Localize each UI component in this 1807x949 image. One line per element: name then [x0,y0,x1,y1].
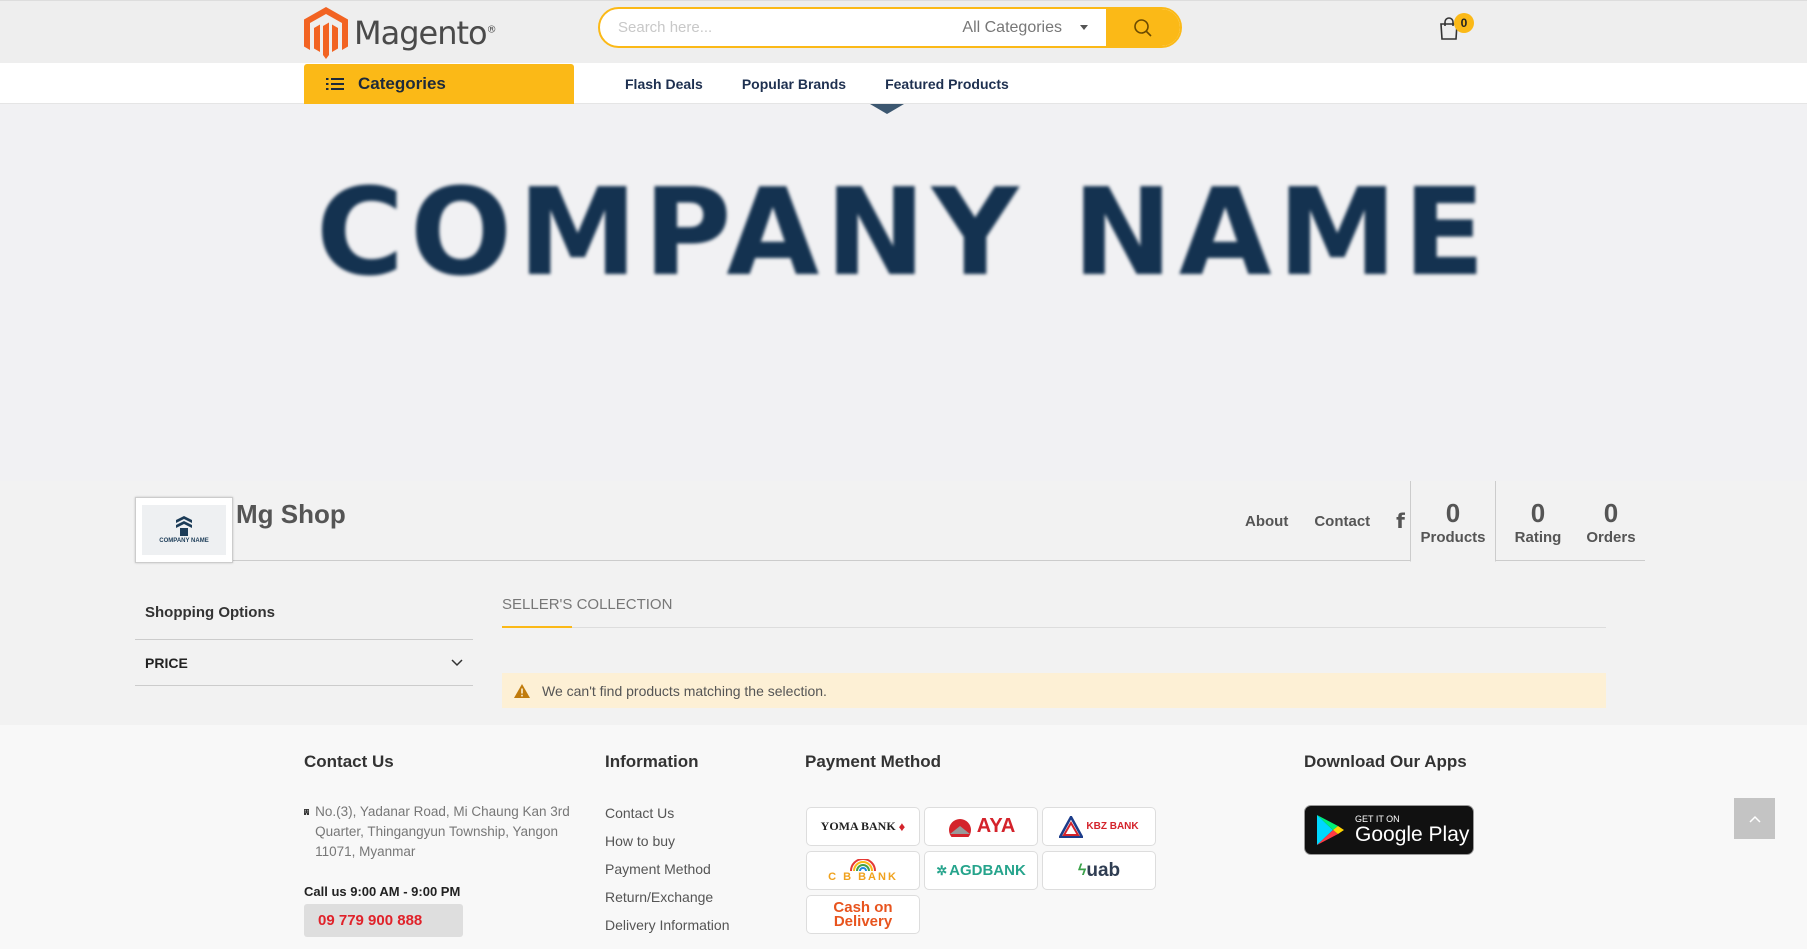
footer-link-delivery-information[interactable]: Delivery Information [605,917,730,945]
payment-cash-on-delivery: Cash on Delivery [806,895,920,934]
nav-link-popular-brands[interactable]: Popular Brands [742,76,846,92]
footer-link-contact-us[interactable]: Contact Us [605,805,730,833]
building-logo-icon [176,516,192,536]
google-play-big: Google Play [1355,823,1470,846]
payment-label: uab [1086,859,1121,881]
payment-cb-bank: C B BANK [806,851,920,890]
stat-value: 0 [1603,498,1619,528]
footer-link-return-exchange[interactable]: Return/Exchange [605,889,730,917]
payment-aya: AYA [924,807,1038,846]
search-bar: All Categories [598,7,1182,48]
search-icon [1134,18,1152,37]
stat-products[interactable]: 0 Products [1410,481,1496,562]
shopping-options-sidebar: Shopping Options PRICE [135,590,473,686]
uab-s-icon: ϟ [1077,861,1087,879]
payment-label: KBZ BANK [1086,821,1139,832]
warning-icon [514,683,530,698]
payment-agd-bank: ✲ AGDBANK [924,851,1038,890]
cb-rainbow-icon [850,858,876,871]
magento-logo-icon [304,7,348,59]
stat-label: Rating [1514,529,1562,546]
payment-yoma-bank: YOMA BANK ♦ [806,807,920,846]
seller-collection: SELLER'S COLLECTION We can't find produc… [502,590,1606,708]
payment-label: Cash on Delivery [833,898,893,930]
stat-rating[interactable]: 0 Rating [1496,481,1580,562]
shop-logo-caption: COMPANY NAME [159,538,209,544]
google-play-text: GET IT ON Google Play [1355,814,1469,846]
footer-payment-title: Payment Method [805,752,942,771]
shop-links: About Contact f [1245,509,1405,533]
search-input[interactable] [600,9,963,46]
stat-value: 0 [1445,498,1461,528]
payment-uab: ϟ uab [1042,851,1156,890]
shop-header: COMPANY NAME Mg Shop About Contact f 0 P… [135,481,1645,563]
empty-notice: We can't find products matching the sele… [502,673,1606,708]
phone-number[interactable]: 09 779 900 888 [304,904,463,937]
agd-tree-icon: ✲ [936,862,948,878]
call-hours: Call us 9:00 AM - 9:00 PM [304,884,461,899]
caret-down-icon [1080,25,1088,30]
kbz-triangle-icon [1059,815,1084,838]
payment-label: C B BANK [828,870,898,883]
stat-value: 0 [1530,498,1546,528]
tab-sellers-collection[interactable]: SELLER'S COLLECTION [502,596,672,613]
footer-address: No.(3), Yadanar Road, Mi Chaung Kan 3rd … [304,802,572,862]
collection-tabs: SELLER'S COLLECTION [502,590,1606,628]
filter-label: PRICE [145,654,188,671]
shop-link-about[interactable]: About [1245,513,1288,530]
cart-count-badge: 0 [1454,13,1474,33]
logo-text: Magento® [354,14,497,52]
nav-link-featured-products[interactable]: Featured Products [885,76,1009,92]
notice-text: We can't find products matching the sele… [542,682,827,699]
footer-link-how-to-buy[interactable]: How to buy [605,833,730,861]
shop-banner: COMPANY NAME [0,104,1807,481]
chevron-down-icon [451,658,463,666]
stat-label: Products [1420,529,1486,546]
footer-apps-title: Download Our Apps [1304,752,1467,771]
banner-logo-tip [870,104,904,114]
main-nav: Categories Flash Deals Popular Brands Fe… [0,63,1807,104]
footer-contact-title: Contact Us [304,752,394,771]
payment-label: AYA [976,815,1016,837]
category-select[interactable]: All Categories [962,19,1106,37]
top-header: Magento® All Categories 0 [0,0,1807,63]
footer-link-payment-method[interactable]: Payment Method [605,861,730,889]
address-text: No.(3), Yadanar Road, Mi Chaung Kan 3rd … [315,804,570,859]
footer-info-title: Information [605,752,699,771]
shop-link-contact[interactable]: Contact [1314,513,1370,530]
payment-label: AGDBANK [949,862,1026,879]
google-play-badge[interactable]: GET IT ON Google Play [1304,805,1474,855]
back-to-top-button[interactable] [1734,798,1775,839]
footer-info-links: Contact Us How to buy Payment Method Ret… [605,805,730,945]
aya-mountain-icon [948,818,971,837]
nav-link-flash-deals[interactable]: Flash Deals [625,76,703,92]
payment-label: YOMA BANK [820,819,896,833]
shop-logo-image: COMPANY NAME [142,505,226,555]
tab-active-indicator [502,626,572,628]
yoma-leaf-icon: ♦ [898,819,906,834]
stat-orders[interactable]: 0 Orders [1580,481,1642,562]
banner-title: COMPANY NAME [315,164,1492,303]
search-button[interactable] [1106,9,1180,46]
category-select-value: All Categories [962,18,1062,36]
shop-name: Mg Shop [236,499,346,529]
site-logo[interactable]: Magento® [304,7,497,59]
payment-kbz-bank: KBZ BANK [1042,807,1156,846]
stat-label: Orders [1586,529,1636,546]
google-play-icon [1317,815,1344,845]
facebook-icon[interactable]: f [1396,509,1405,533]
footer: Contact Us No.(3), Yadanar Road, Mi Chau… [0,725,1807,949]
building-icon [304,809,310,815]
nav-links: Flash Deals Popular Brands Featured Prod… [625,76,1009,92]
list-icon [326,78,344,90]
cart-button[interactable]: 0 [1438,13,1478,43]
shop-logo: COMPANY NAME [135,497,233,563]
shop-stats: 0 Products 0 Rating 0 Orders [1410,481,1642,562]
categories-label: Categories [358,74,446,93]
payment-methods: YOMA BANK ♦ AYA KBZ BANK C B BANK ✲ AGDBAN… [806,807,1156,934]
chevron-up-icon [1748,815,1761,823]
filter-price[interactable]: PRICE [135,640,473,686]
categories-button[interactable]: Categories [304,64,574,104]
sidebar-title: Shopping Options [135,590,473,640]
